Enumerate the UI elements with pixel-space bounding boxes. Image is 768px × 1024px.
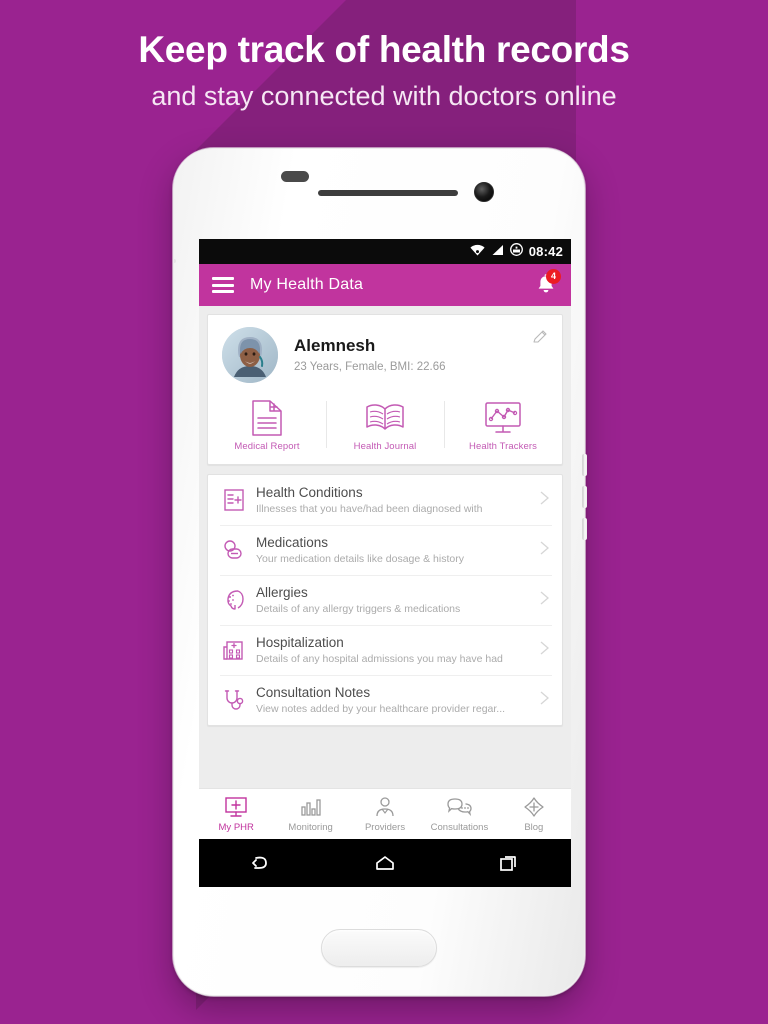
list-item-consultation-notes[interactable]: Consultation Notes View notes added by y… (208, 675, 562, 725)
phone-screen: 08:42 My Health Data 4 Alemnesh 23 Years… (199, 239, 571, 887)
doctor-person-icon (348, 795, 422, 819)
signal-icon (491, 243, 504, 261)
earpiece-speaker (318, 190, 458, 196)
clipboard-plus-icon (220, 488, 248, 512)
open-book-icon (326, 397, 444, 439)
tab-label: My PHR (218, 822, 254, 833)
status-bar: 08:42 (199, 239, 571, 264)
screen-content: Alemnesh 23 Years, Female, BMI: 22.66 Me… (199, 306, 571, 861)
back-icon[interactable] (248, 850, 274, 876)
list-item-title: Allergies (256, 585, 308, 600)
profile-details: 23 Years, Female, BMI: 22.66 (294, 361, 446, 373)
chat-bubbles-icon (422, 795, 496, 819)
chevron-right-icon (536, 490, 552, 511)
health-records-list: Health Conditions Illnesses that you hav… (207, 474, 563, 726)
promo-headline: Keep track of health records and stay co… (0, 28, 768, 114)
phone-mockup: 08:42 My Health Data 4 Alemnesh 23 Years… (172, 147, 587, 997)
hamburger-menu-icon[interactable] (212, 277, 234, 293)
face-allergy-icon (220, 588, 248, 612)
chevron-right-icon (536, 690, 552, 711)
headline-line-2: and stay connected with doctors online (151, 81, 617, 111)
profile-name: Alemnesh (294, 336, 376, 355)
wifi-icon (470, 243, 485, 261)
stethoscope-icon (220, 688, 248, 712)
monitor-chart-icon (444, 397, 562, 439)
document-plus-icon (208, 397, 326, 439)
chevron-right-icon (536, 590, 552, 611)
android-navigation-bar (199, 839, 571, 887)
quick-actions-row: Medical Report Health Journal Health Tra… (208, 391, 562, 464)
proximity-sensor (281, 171, 309, 182)
tab-label: Monitoring (288, 822, 333, 833)
list-item-medications[interactable]: Medications Your medication details like… (208, 525, 562, 575)
diamond-plus-icon (497, 795, 571, 819)
list-item-health-conditions[interactable]: Health Conditions Illnesses that you hav… (208, 475, 562, 525)
notification-badge: 4 (546, 269, 561, 284)
list-item-allergies[interactable]: Allergies Details of any allergy trigger… (208, 575, 562, 625)
list-item-hospitalization[interactable]: Hospitalization Details of any hospital … (208, 625, 562, 675)
chevron-right-icon (536, 640, 552, 661)
quick-action-label: Health Trackers (468, 441, 538, 452)
hospital-building-icon (220, 638, 248, 662)
tab-my-phr[interactable]: My PHR (199, 795, 273, 833)
quick-action-label: Medical Report (234, 441, 300, 452)
pills-icon (220, 538, 248, 562)
quick-action-health-journal[interactable]: Health Journal (326, 395, 444, 454)
home-icon[interactable] (372, 850, 398, 876)
status-bar-clock: 08:42 (528, 244, 563, 259)
monitor-plus-icon (199, 795, 273, 819)
volume-up-button[interactable] (582, 454, 587, 476)
app-bar-title: My Health Data (250, 276, 364, 293)
tab-label: Providers (364, 822, 406, 833)
headline-line-1: Keep track of health records (138, 29, 630, 70)
list-item-subtitle: Details of any hospital admissions you m… (256, 653, 503, 665)
quick-action-label: Health Journal (353, 441, 417, 452)
list-item-title: Consultation Notes (256, 685, 371, 700)
pencil-edit-icon[interactable] (532, 329, 548, 345)
profile-card: Alemnesh 23 Years, Female, BMI: 22.66 Me… (207, 314, 563, 465)
list-item-subtitle: Your medication details like dosage & hi… (256, 553, 464, 565)
list-item-subtitle: Illnesses that you have/had been diagnos… (256, 503, 483, 515)
list-item-title: Health Conditions (256, 485, 363, 500)
quick-action-medical-report[interactable]: Medical Report (208, 395, 326, 454)
tab-providers[interactable]: Providers (348, 795, 422, 833)
list-item-title: Hospitalization (256, 635, 344, 650)
battery-icon (509, 242, 523, 261)
home-button[interactable] (321, 929, 437, 967)
notifications-button[interactable]: 4 (534, 269, 561, 298)
volume-down-button[interactable] (582, 486, 587, 508)
front-camera-icon (474, 182, 494, 202)
tab-blog[interactable]: Blog (497, 795, 571, 833)
list-item-subtitle: Details of any allergy triggers & medica… (256, 603, 461, 615)
list-item-title: Medications (256, 535, 329, 550)
chevron-right-icon (536, 540, 552, 561)
bar-chart-icon (273, 795, 347, 819)
list-item-subtitle: View notes added by your healthcare prov… (256, 703, 506, 715)
avatar[interactable] (222, 327, 278, 383)
bottom-tab-bar: My PHR Monitoring Providers Consultation… (199, 788, 571, 839)
tab-label: Blog (524, 822, 544, 833)
tab-consultations[interactable]: Consultations (422, 795, 496, 833)
quick-action-health-trackers[interactable]: Health Trackers (444, 395, 562, 454)
app-bar: My Health Data 4 (199, 264, 571, 306)
tab-label: Consultations (430, 822, 489, 833)
left-side-button[interactable] (174, 259, 176, 263)
tab-monitoring[interactable]: Monitoring (273, 795, 347, 833)
power-button[interactable] (582, 518, 587, 540)
recents-icon[interactable] (496, 850, 522, 876)
